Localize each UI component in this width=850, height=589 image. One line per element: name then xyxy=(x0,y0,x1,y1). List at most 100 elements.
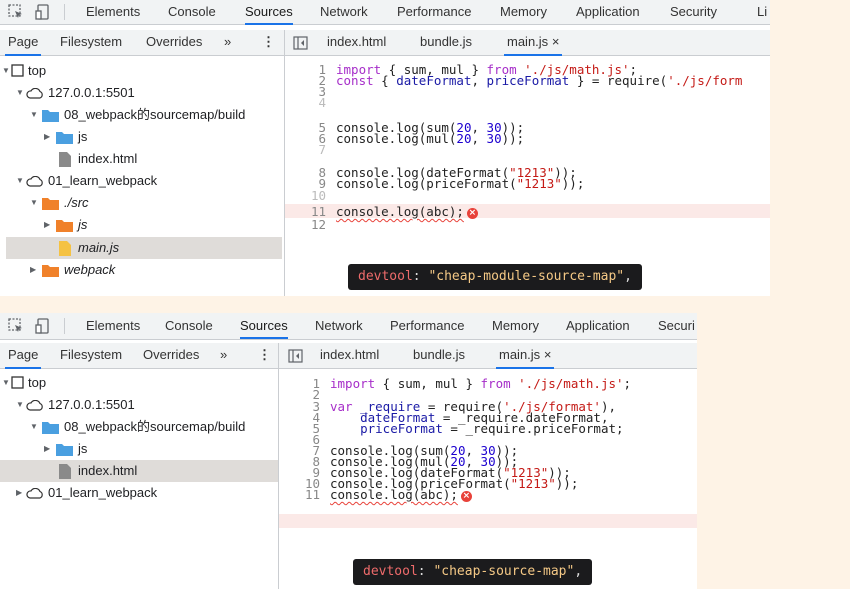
badge-value: "cheap-module-source-map" xyxy=(428,269,625,284)
expanded-triangle-icon[interactable]: ▼ xyxy=(30,104,38,126)
tab-memory[interactable]: Memory xyxy=(492,314,539,338)
error-line-highlight xyxy=(279,514,697,528)
tab-network[interactable]: Network xyxy=(315,314,363,338)
tree-label: 127.0.0.1:5501 xyxy=(48,397,135,412)
folder-icon xyxy=(42,110,59,122)
tab-elements[interactable]: Elements xyxy=(86,314,140,338)
file-tab-index[interactable]: index.html xyxy=(327,30,386,55)
code-token: priceFormat xyxy=(360,421,443,436)
code-line: priceFormat = _require.priceFormat; xyxy=(330,421,623,436)
code-token: console.log(abc); xyxy=(330,487,458,502)
menu-icon[interactable]: ⋮ xyxy=(262,30,275,55)
frame-icon xyxy=(11,64,24,77)
tab-elements[interactable]: Elements xyxy=(86,0,140,24)
collapsed-triangle-icon[interactable]: ▶ xyxy=(44,438,50,460)
sidebar-toggle-icon[interactable] xyxy=(288,348,304,364)
tree-item-main-js[interactable]: main.js xyxy=(6,237,282,259)
tree-item-build-folder[interactable]: ▼ 08_webpack的sourcemap/build xyxy=(0,104,284,126)
expanded-triangle-icon[interactable]: ▼ xyxy=(16,394,24,416)
tree-item-index-html[interactable]: index.html xyxy=(0,148,284,170)
frame-icon xyxy=(11,376,24,389)
tab-security[interactable]: Securi xyxy=(658,314,695,338)
main-toolbar: Elements Console Sources Network Perform… xyxy=(0,0,770,25)
code-line-error: console.log(abc); × xyxy=(330,487,472,502)
folder-icon xyxy=(56,444,73,456)
tree-item-build-folder[interactable]: ▼ 08_webpack的sourcemap/build xyxy=(0,416,278,438)
sidebar-toggle-icon[interactable] xyxy=(293,35,309,51)
expanded-triangle-icon[interactable]: ▼ xyxy=(30,192,38,214)
expanded-triangle-icon[interactable]: ▼ xyxy=(30,416,38,438)
pane-divider[interactable] xyxy=(278,343,279,589)
tab-security[interactable]: Security xyxy=(670,0,717,24)
collapsed-triangle-icon[interactable]: ▶ xyxy=(44,126,50,148)
tree-label: 01_learn_webpack xyxy=(48,485,158,500)
tab-performance[interactable]: Performance xyxy=(397,0,471,24)
tab-network[interactable]: Network xyxy=(320,0,368,24)
tree-item-learn-webpack[interactable]: ▶ 01_learn_webpack xyxy=(0,482,278,504)
file-tab-main[interactable]: main.js × xyxy=(495,343,555,369)
pane-divider[interactable] xyxy=(284,30,285,296)
tab-console[interactable]: Console xyxy=(168,0,216,24)
nav-tab-overrides[interactable]: Overrides xyxy=(146,30,202,55)
tab-application[interactable]: Application xyxy=(566,314,630,338)
tree-item-index-html[interactable]: index.html xyxy=(0,460,278,482)
code-token: , xyxy=(471,131,487,146)
folder-icon xyxy=(56,132,73,144)
nav-tab-overrides[interactable]: Overrides xyxy=(143,343,199,368)
tree-item-host[interactable]: ▼ 127.0.0.1:5501 xyxy=(0,394,278,416)
tab-sources[interactable]: Sources xyxy=(240,314,288,339)
tab-application[interactable]: Application xyxy=(576,0,640,24)
tree-item-learn-webpack[interactable]: ▼ 01_learn_webpack xyxy=(0,170,284,192)
tab-performance[interactable]: Performance xyxy=(390,314,464,338)
nav-tab-filesystem[interactable]: Filesystem xyxy=(60,343,122,368)
tree-item-js-folder[interactable]: ▶ js xyxy=(0,438,278,460)
file-tab-bundle[interactable]: bundle.js xyxy=(420,30,472,55)
collapsed-triangle-icon[interactable]: ▶ xyxy=(30,259,36,281)
collapsed-triangle-icon[interactable]: ▶ xyxy=(44,214,50,236)
inspect-icon[interactable] xyxy=(8,318,24,334)
close-icon[interactable]: × xyxy=(544,347,552,362)
error-icon[interactable]: × xyxy=(460,491,472,502)
more-tabs-button[interactable]: » xyxy=(224,30,231,55)
nav-tab-page[interactable]: Page xyxy=(4,343,42,369)
tree-item-src-folder[interactable]: ▼ ./src xyxy=(0,192,284,214)
expanded-triangle-icon[interactable]: ▼ xyxy=(2,60,10,82)
tree-item-webpack-folder[interactable]: ▶ webpack xyxy=(0,259,284,281)
file-tab-main[interactable]: main.js × xyxy=(503,30,563,56)
code-token: import xyxy=(330,376,376,391)
menu-icon[interactable]: ⋮ xyxy=(258,343,271,368)
badge-colon: : xyxy=(417,564,434,579)
expanded-triangle-icon[interactable]: ▼ xyxy=(2,372,10,394)
close-icon[interactable]: × xyxy=(552,34,560,49)
file-tab-index[interactable]: index.html xyxy=(320,343,379,368)
tab-lighthouse[interactable]: Li xyxy=(757,0,767,24)
expanded-triangle-icon[interactable]: ▼ xyxy=(16,82,24,104)
devtool-config-badge: devtool: "cheap-module-source-map", xyxy=(348,264,642,290)
toolbar-separator xyxy=(64,4,65,20)
tree-label: webpack xyxy=(64,262,116,277)
device-toggle-icon[interactable] xyxy=(35,4,51,20)
tree-item-top[interactable]: ▼ top xyxy=(0,60,284,82)
tree-label: ./src xyxy=(64,195,89,210)
tree-item-src-js-folder[interactable]: ▶ js xyxy=(0,214,284,236)
tree-item-js-folder[interactable]: ▶ js xyxy=(0,126,284,148)
devtools-panel-bottom: Elements Console Sources Network Perform… xyxy=(0,313,697,589)
tree-item-host[interactable]: ▼ 127.0.0.1:5501 xyxy=(0,82,284,104)
tab-memory[interactable]: Memory xyxy=(500,0,547,24)
tree-label: index.html xyxy=(78,151,138,166)
file-icon xyxy=(59,152,71,167)
device-toggle-icon[interactable] xyxy=(35,318,51,334)
file-tab-bundle[interactable]: bundle.js xyxy=(413,343,465,368)
tree-label: 01_learn_webpack xyxy=(48,173,158,188)
tab-sources[interactable]: Sources xyxy=(245,0,293,25)
inspect-icon[interactable] xyxy=(8,4,24,20)
more-tabs-button[interactable]: » xyxy=(220,343,227,368)
code-token: , xyxy=(471,73,487,88)
error-icon[interactable]: × xyxy=(466,208,478,219)
expanded-triangle-icon[interactable]: ▼ xyxy=(16,170,24,192)
tree-item-top[interactable]: ▼ top xyxy=(0,372,278,394)
collapsed-triangle-icon[interactable]: ▶ xyxy=(16,482,22,504)
nav-tab-filesystem[interactable]: Filesystem xyxy=(60,30,122,55)
tab-console[interactable]: Console xyxy=(165,314,213,338)
nav-tab-page[interactable]: Page xyxy=(4,30,42,56)
